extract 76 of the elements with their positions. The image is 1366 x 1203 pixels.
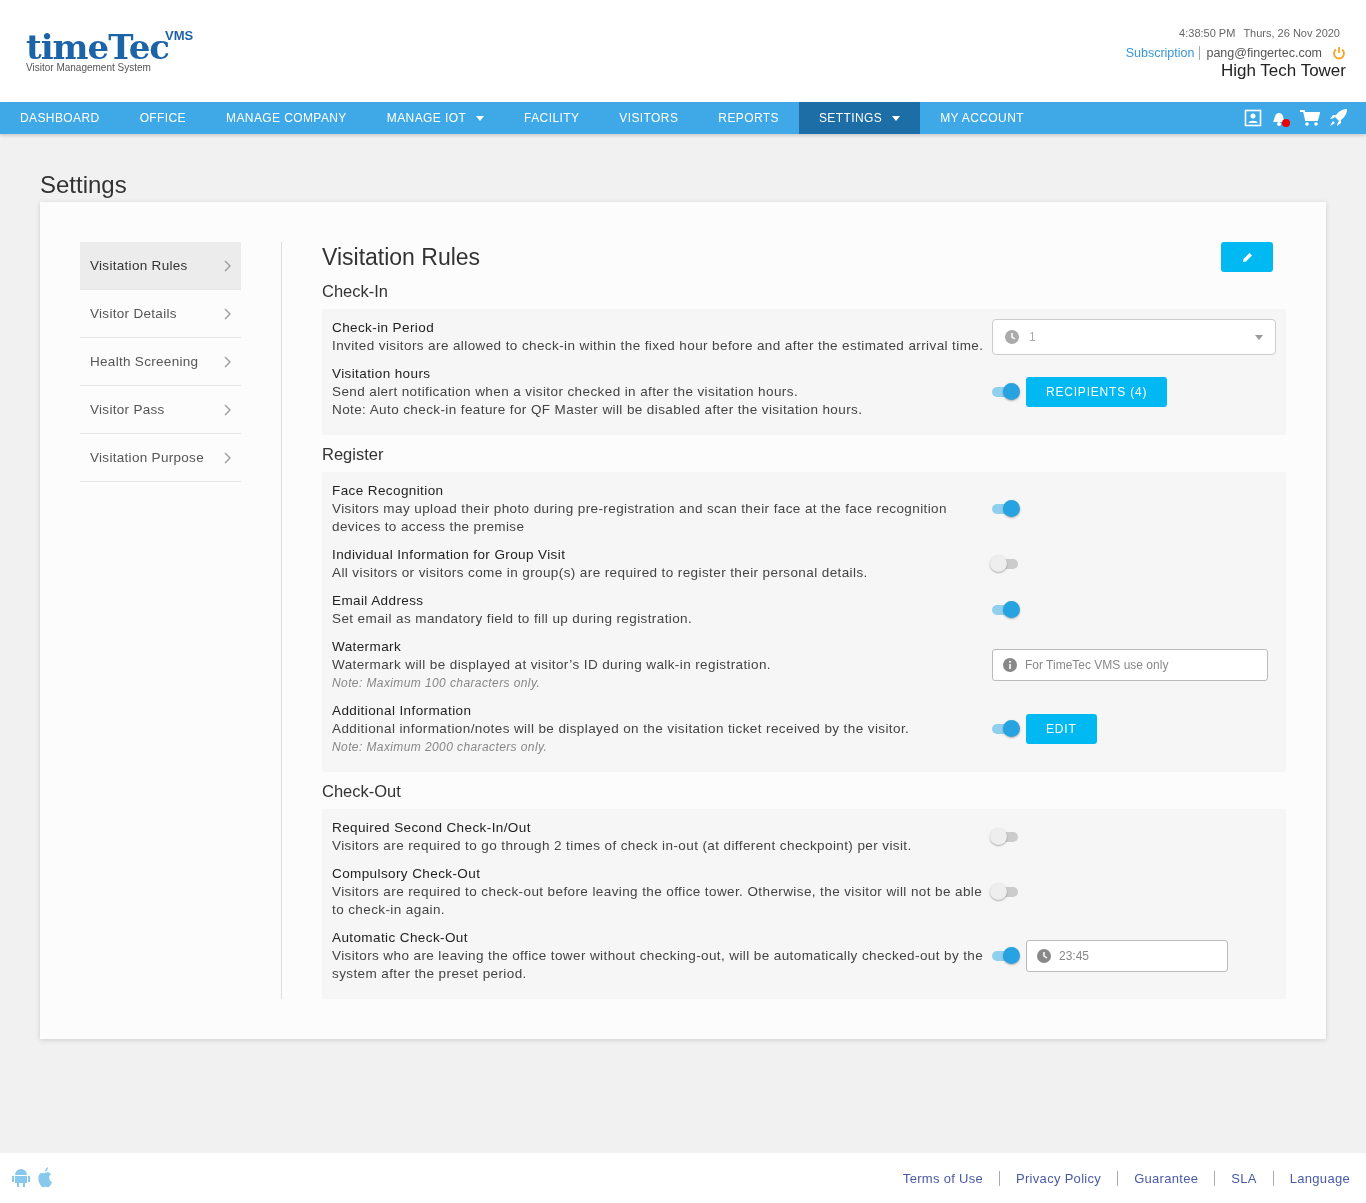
setting-description: Set email as mandatory field to fill up during registration. bbox=[332, 610, 694, 628]
contact-card-icon[interactable] bbox=[1244, 109, 1262, 127]
power-icon[interactable] bbox=[1332, 46, 1346, 60]
clock-icon bbox=[1037, 949, 1051, 963]
sidebar-item[interactable]: Visitation Rules bbox=[80, 242, 241, 290]
footer-link[interactable]: Terms of Use bbox=[902, 1170, 983, 1186]
sidebar-item[interactable]: Health Screening bbox=[80, 338, 241, 386]
setting-description: Visitors who are leaving the office tower without checking-out, will be automatically checked-out by the system after the preset period. bbox=[332, 947, 985, 983]
action-button[interactable]: RECIPIENTS (4) bbox=[1026, 377, 1168, 407]
nav-tab[interactable]: FACILITY bbox=[504, 102, 600, 134]
sidebar-item[interactable]: Visitation Purpose bbox=[80, 434, 241, 482]
setting-title: Check-in Period bbox=[332, 319, 436, 337]
subscription-link[interactable]: Subscription bbox=[1125, 46, 1201, 60]
sidebar-item[interactable]: Visitor Pass bbox=[80, 386, 241, 434]
clock-icon bbox=[1005, 330, 1019, 344]
date-text: Thurs, 26 Nov 2020 bbox=[1243, 27, 1340, 39]
setting-description: Invited visitors are allowed to check-in within the fixed hour before and after the estimated arrival time. bbox=[332, 337, 985, 355]
footer-link[interactable]: Privacy Policy bbox=[999, 1170, 1102, 1186]
sidebar-item[interactable]: Visitor Details bbox=[80, 290, 241, 338]
setting-description: Additional information/notes will be displayed on the visitation ticket received by the visitor. bbox=[332, 720, 911, 738]
setting-note: Note: Maximum 2000 characters only. bbox=[332, 739, 549, 756]
info-icon bbox=[1003, 658, 1017, 672]
setting-description: Visitors are required to check-out before leaving the office tower. Otherwise, the visitor will not be able to check-in again. bbox=[332, 883, 984, 919]
section-heading: Check-Out bbox=[322, 782, 402, 801]
company-name: High Tech Tower bbox=[1220, 61, 1346, 81]
setting-title: Required Second Check-In/Out bbox=[332, 819, 532, 837]
setting-description: Note: Auto check-in feature for QF Master will be disabled after the visitation hours. bbox=[332, 401, 864, 419]
setting-note: Note: Maximum 100 characters only. bbox=[332, 675, 542, 692]
chevron-right-icon bbox=[224, 403, 231, 416]
placeholder-text: For TimeTec VMS use only bbox=[1025, 658, 1170, 672]
content-title: Visitation Rules bbox=[322, 243, 481, 271]
setting-description: Visitors are required to go through 2 times of check in-out (at different checkpoint) per visit. bbox=[332, 837, 913, 855]
edit-button[interactable] bbox=[1221, 242, 1273, 272]
nav-tab[interactable]: DASHBOARD bbox=[0, 102, 120, 134]
time-value: 23:45 bbox=[1059, 949, 1091, 963]
chevron-right-icon bbox=[224, 451, 231, 464]
nav-tab[interactable]: REPORTS bbox=[698, 102, 799, 134]
user-email: pang@fingertec.com bbox=[1206, 46, 1322, 60]
nav-tab[interactable]: MANAGE COMPANY bbox=[206, 102, 367, 134]
android-icon[interactable] bbox=[12, 1167, 30, 1187]
chevron-right-icon bbox=[224, 307, 231, 320]
chevron-right-icon bbox=[224, 355, 231, 368]
chevron-right-icon bbox=[224, 259, 231, 272]
setting-description: All visitors or visitors come in group(s) are required to register their personal details. bbox=[332, 564, 869, 582]
section-heading: Register bbox=[322, 445, 385, 464]
footer-link[interactable]: Language bbox=[1272, 1170, 1350, 1186]
time-field[interactable]: 23:45 bbox=[1026, 940, 1228, 972]
nav-tab[interactable]: MY ACCOUNT bbox=[920, 102, 1044, 134]
watermark-field[interactable]: For TimeTec VMS use only bbox=[992, 649, 1268, 681]
setting-title: Automatic Check-Out bbox=[332, 929, 469, 947]
setting-title: Compulsory Check-Out bbox=[332, 865, 482, 883]
setting-description: Watermark will be displayed at visitor’s ID during walk-in registration. bbox=[332, 656, 772, 674]
action-button[interactable]: EDIT bbox=[1026, 714, 1097, 744]
section-heading: Check-In bbox=[322, 282, 390, 301]
setting-title: Email Address bbox=[332, 592, 425, 610]
cart-icon[interactable] bbox=[1300, 109, 1320, 127]
setting-description: Send alert notification when a visitor checked in after the visitation hours. bbox=[332, 383, 800, 401]
setting-title: Watermark bbox=[332, 638, 403, 656]
clock-time: 4:38:50 PM bbox=[1179, 27, 1236, 39]
apple-icon[interactable] bbox=[36, 1167, 54, 1189]
nav-tab[interactable]: MANAGE IOT bbox=[366, 102, 505, 134]
hour-select[interactable]: 1 bbox=[992, 319, 1276, 355]
page-title: Settings bbox=[40, 170, 128, 200]
setting-title: Face Recognition bbox=[332, 482, 445, 500]
nav-tab[interactable]: OFFICE bbox=[119, 102, 207, 134]
nav-tab[interactable]: SETTINGS bbox=[798, 102, 921, 134]
rocket-icon[interactable] bbox=[1328, 108, 1348, 128]
footer-link[interactable]: SLA bbox=[1214, 1170, 1257, 1186]
nav-tab[interactable]: VISITORS bbox=[599, 102, 699, 134]
setting-title: Visitation hours bbox=[332, 365, 432, 383]
footer-link[interactable]: Guarantee bbox=[1117, 1170, 1199, 1186]
pencil-icon bbox=[1241, 251, 1253, 263]
caret-icon bbox=[1255, 334, 1263, 340]
setting-title: Additional Information bbox=[332, 702, 473, 720]
setting-description: Visitors may upload their photo during pre-registration and scan their face at the face recognition devices to access the premise bbox=[332, 500, 948, 536]
setting-title: Individual Information for Group Visit bbox=[332, 546, 567, 564]
